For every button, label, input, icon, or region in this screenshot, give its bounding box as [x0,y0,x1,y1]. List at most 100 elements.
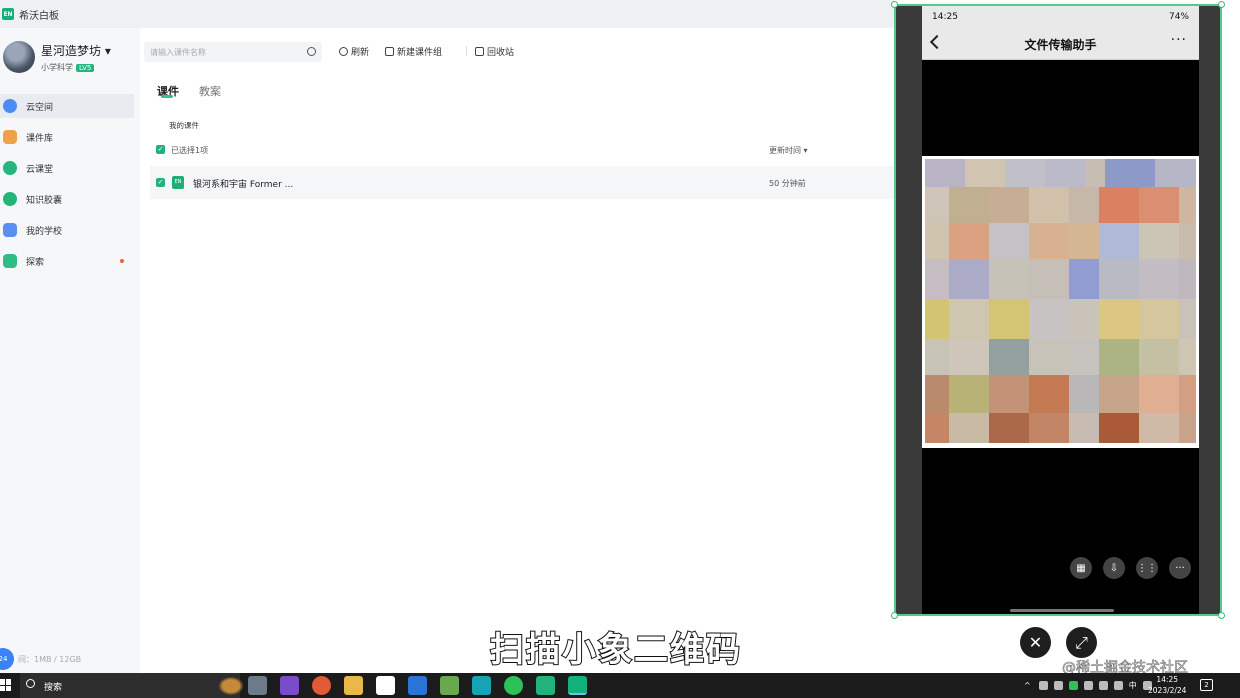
level-badge: LV5 [76,64,95,72]
avatar[interactable] [3,41,35,73]
refresh-button[interactable]: 刷新 [339,45,369,58]
app-logo-icon: EN [2,8,14,20]
capsule-icon [3,192,17,206]
content-tabs: 课件 教案 [157,83,241,99]
close-mirror-button[interactable]: ✕ [1020,627,1051,658]
file-updated-time: 50 分钟前 [769,179,806,188]
tray-app-icon[interactable] [1083,681,1093,690]
user-name[interactable]: 星河造梦坊 ▾ [41,42,111,59]
sidebar-item-courseware-library[interactable]: 课件库 [0,125,140,149]
notification-dot [120,259,124,263]
tray-app-icon[interactable] [1038,681,1048,690]
taskbar-clock[interactable]: 14:25 2023/2/24 [1148,674,1186,696]
sidebar-item-label: 云课堂 [26,164,54,175]
refresh-icon [339,47,348,56]
taskbar-app-icon[interactable] [248,676,267,695]
storage-info: 24 间：1MB / 12GB [0,648,81,670]
cloud-icon [3,99,17,113]
video-app-icon[interactable] [408,676,427,695]
storage-text: 间：1MB / 12GB [18,654,82,664]
table-row[interactable]: ✓ EN 银河系和宇宙 Former ... 50 分钟前 [150,166,894,199]
resize-handle[interactable] [891,612,898,619]
search-icon[interactable] [307,47,316,56]
taskbar-search[interactable]: 搜索 [20,673,246,698]
windows-start-icon[interactable] [0,679,12,691]
sort-by-update-time[interactable]: 更新时间 ▾ [769,145,808,156]
qr-scan-icon[interactable]: ▦ [1070,557,1092,579]
wifi-icon[interactable] [1098,681,1108,690]
taskbar: 搜索 ^ 中 14:25 2023/2/24 2 [0,673,1240,698]
sidebar-item-label: 课件库 [26,133,54,144]
phone-status-bar: 14:25 74% [922,6,1199,30]
chat-header: 文件传输助手 ··· [922,30,1199,60]
tab-courseware[interactable]: 课件 [157,83,179,99]
sidebar-item-cloud-classroom[interactable]: 云课堂 [0,156,140,180]
image-actions: ▦ ⇩ ⋮⋮ ··· [1070,557,1202,579]
search-icon [26,679,35,688]
storage-badge[interactable]: 24 [0,648,14,670]
sidebar-item-label: 知识胶囊 [26,195,63,206]
sidebar-item-explore[interactable]: 探索 [0,249,140,273]
phone-time: 14:25 [932,12,958,22]
chrome-icon[interactable] [312,676,331,695]
taskbar-app-icon[interactable] [280,676,299,695]
home-indicator[interactable] [1010,609,1114,612]
wechat-icon[interactable] [504,676,523,695]
resize-handle[interactable] [1218,612,1225,619]
heart-icon [3,130,17,144]
folder-icon[interactable] [344,676,363,695]
blurred-image[interactable] [922,156,1199,448]
chat-title: 文件传输助手 [1024,38,1097,52]
classroom-icon [3,161,17,175]
browser-icon[interactable] [472,676,491,695]
more-icon[interactable]: ··· [1171,32,1187,48]
app-title: 希沃白板 [19,10,59,22]
sidebar-item-cloud-space[interactable]: 云空间 [0,94,134,118]
sidebar-item-label: 云空间 [26,102,54,113]
tab-lesson-plan[interactable]: 教案 [199,83,221,99]
new-courseware-group-button[interactable]: 新建课件组 [385,45,442,58]
selected-count: 已选择1项 [171,146,209,155]
breadcrumb[interactable]: 我的课件 [169,120,199,131]
grid-icon[interactable]: ⋮⋮ [1136,557,1158,579]
notification-icon[interactable]: 2 [1200,679,1213,691]
wechat-tray-icon[interactable] [1068,681,1078,690]
search-input[interactable]: 请输入课件名称 [144,42,322,62]
select-all-checkbox[interactable]: ✓ [156,145,165,154]
user-profile[interactable]: 星河造梦坊 ▾ 小学科学 LV5 [3,40,137,80]
list-header: ✓ 已选择1项 更新时间 ▾ [150,143,894,157]
sidebar-item-my-school[interactable]: 我的学校 [0,218,140,242]
phone-battery: 74% [1168,12,1189,22]
row-checkbox[interactable]: ✓ [156,178,165,187]
fullscreen-button[interactable]: ⤢ [1066,627,1097,658]
app-titlebar: EN 希沃白板 [0,0,894,28]
phone-mirror-window[interactable]: 14:25 74% 文件传输助手 ··· ▦ ⇩ ⋮⋮ ··· [891,1,1225,619]
recycle-bin-button[interactable]: 回收站 [475,45,514,58]
resize-handle[interactable] [1218,1,1225,8]
user-subject: 小学科学 LV5 [41,62,95,73]
tray-app-icon[interactable] [1053,681,1063,690]
more-options-icon[interactable]: ··· [1169,557,1191,579]
notes-app-icon[interactable] [440,676,459,695]
file-name[interactable]: 银河系和宇宙 Former ... [193,177,293,190]
toolbar: 请输入课件名称 刷新 新建课件组 回收站 [140,28,894,72]
sidebar-item-label: 探索 [26,257,45,268]
sidebar-item-label: 我的学校 [26,226,63,237]
capcut-icon[interactable] [376,676,395,695]
school-icon [3,223,17,237]
sidebar-item-knowledge-capsule[interactable]: 知识胶囊 [0,187,140,211]
trash-icon [475,47,484,56]
easinote-active-icon[interactable] [568,676,587,695]
easinote-icon[interactable] [536,676,555,695]
sidebar: 星河造梦坊 ▾ 小学科学 LV5 云空间 课件库 云课堂 知识胶囊 我的学校 探索 [0,28,140,673]
tray-expand-icon[interactable]: ^ [1024,681,1031,690]
video-subtitle: 扫描小象二维码 [489,629,742,671]
system-tray: ^ 中 [1024,673,1158,698]
folder-plus-icon [385,47,394,56]
search-highlight-image [216,675,246,697]
volume-icon[interactable] [1113,681,1123,690]
courseware-file-icon: EN [172,176,184,189]
ime-indicator[interactable]: 中 [1129,680,1137,691]
download-icon[interactable]: ⇩ [1103,557,1125,579]
resize-handle[interactable] [891,1,898,8]
